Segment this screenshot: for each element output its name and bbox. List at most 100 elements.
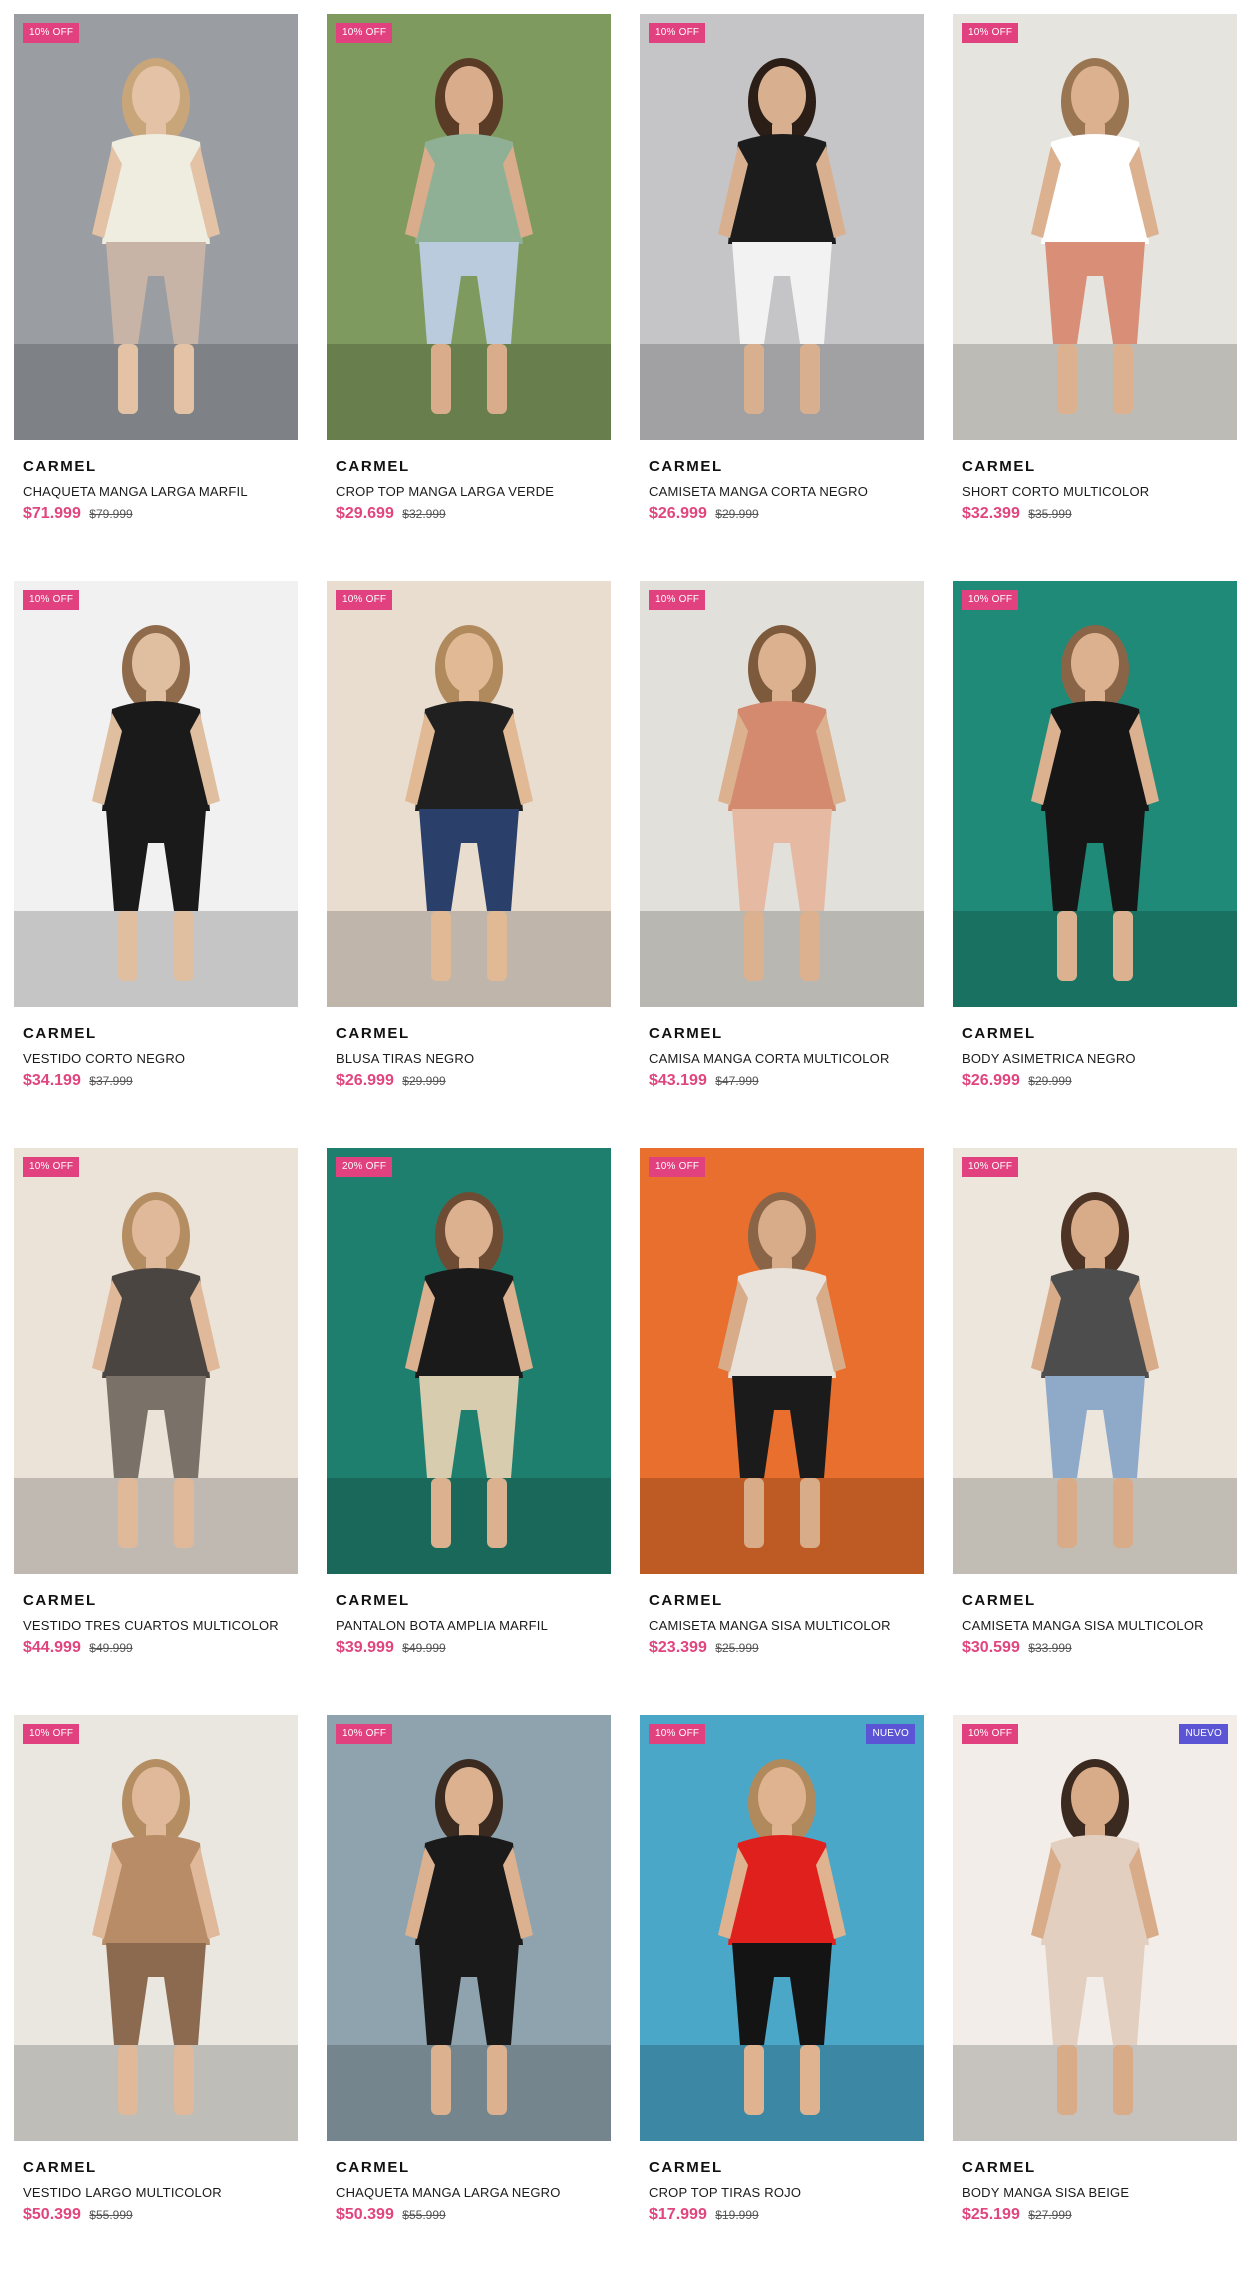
product-prices: $39.999 $49.999 xyxy=(336,1639,602,1659)
product-name[interactable]: VESTIDO TRES CUARTOS MULTICOLOR xyxy=(23,1618,289,1634)
product-image[interactable]: 10% OFF xyxy=(953,14,1237,440)
product-brand: CARMEL xyxy=(962,2159,1036,2176)
sale-price: $50.399 xyxy=(336,2206,394,2223)
sale-price: $26.999 xyxy=(336,1072,394,1089)
product-brand: CARMEL xyxy=(23,1592,97,1609)
original-price: $55.999 xyxy=(89,2208,133,2222)
product-prices: $44.999 $49.999 xyxy=(23,1639,289,1659)
product-name[interactable]: CAMISETA MANGA SISA MULTICOLOR xyxy=(649,1618,915,1634)
product-prices: $34.199 $37.999 xyxy=(23,1072,289,1092)
product-image[interactable]: 10% OFF xyxy=(14,14,298,440)
product-info: CARMEL CROP TOP TIRAS ROJO $17.999 $19.9… xyxy=(640,2159,924,2226)
product-name[interactable]: CHAQUETA MANGA LARGA MARFIL xyxy=(23,484,289,500)
product-image[interactable]: 10% OFF xyxy=(953,1148,1237,1574)
product-photo xyxy=(953,581,1237,1007)
product-image[interactable]: 10% OFF xyxy=(327,14,611,440)
product-brand: CARMEL xyxy=(23,2159,97,2176)
product-card[interactable]: 10% OFF CARMEL VESTIDO TRES CUARTOS MULT… xyxy=(14,1148,298,1715)
product-name[interactable]: CHAQUETA MANGA LARGA NEGRO xyxy=(336,2185,602,2201)
product-image[interactable]: 10% OFF xyxy=(14,581,298,1007)
discount-badge: 10% OFF xyxy=(23,23,80,43)
original-price: $49.999 xyxy=(89,1641,133,1655)
product-card[interactable]: 10% OFF NUEVO CARMEL BODY MANGA SISA BEI… xyxy=(953,1715,1237,2282)
original-price: $79.999 xyxy=(89,507,133,521)
sale-price: $17.999 xyxy=(649,2206,707,2223)
discount-badge: 10% OFF xyxy=(962,590,1019,610)
product-prices: $29.699 $32.999 xyxy=(336,505,602,525)
discount-badge: 10% OFF xyxy=(649,1724,706,1744)
product-card[interactable]: 10% OFF CARMEL CAMISETA MANGA CORTA NEGR… xyxy=(640,14,924,581)
product-name[interactable]: BODY MANGA SISA BEIGE xyxy=(962,2185,1228,2201)
product-card[interactable]: 10% OFF CARMEL CROP TOP MANGA LARGA VERD… xyxy=(327,14,611,581)
original-price: $49.999 xyxy=(402,1641,446,1655)
product-card[interactable]: 10% OFF CARMEL CAMISA MANGA CORTA MULTIC… xyxy=(640,581,924,1148)
product-image[interactable]: 10% OFF xyxy=(640,581,924,1007)
product-brand: CARMEL xyxy=(336,1592,410,1609)
product-card[interactable]: 10% OFF CARMEL SHORT CORTO MULTICOLOR $3… xyxy=(953,14,1237,581)
product-card[interactable]: 10% OFF CARMEL CHAQUETA MANGA LARGA NEGR… xyxy=(327,1715,611,2282)
product-name[interactable]: VESTIDO LARGO MULTICOLOR xyxy=(23,2185,289,2201)
product-brand: CARMEL xyxy=(962,1025,1036,1042)
product-photo xyxy=(327,581,611,1007)
sale-price: $71.999 xyxy=(23,505,81,522)
product-name[interactable]: BODY ASIMETRICA NEGRO xyxy=(962,1051,1228,1067)
product-image[interactable]: 10% OFF xyxy=(14,1715,298,2141)
product-image[interactable]: 10% OFF xyxy=(327,581,611,1007)
product-info: CARMEL VESTIDO LARGO MULTICOLOR $50.399 … xyxy=(14,2159,298,2226)
product-image[interactable]: 10% OFF xyxy=(640,1148,924,1574)
discount-badge: 10% OFF xyxy=(649,1157,706,1177)
product-brand: CARMEL xyxy=(649,2159,723,2176)
product-brand: CARMEL xyxy=(23,1025,97,1042)
product-info: CARMEL CHAQUETA MANGA LARGA NEGRO $50.39… xyxy=(327,2159,611,2226)
product-photo xyxy=(953,1715,1237,2141)
new-badge: NUEVO xyxy=(1179,1724,1228,1744)
product-image[interactable]: 10% OFF xyxy=(640,14,924,440)
product-prices: $26.999 $29.999 xyxy=(336,1072,602,1092)
product-brand: CARMEL xyxy=(336,2159,410,2176)
original-price: $19.999 xyxy=(715,2208,759,2222)
product-name[interactable]: CAMISETA MANGA SISA MULTICOLOR xyxy=(962,1618,1228,1634)
product-photo xyxy=(327,1148,611,1574)
product-image[interactable]: 10% OFF xyxy=(14,1148,298,1574)
product-image[interactable]: 10% OFF NUEVO xyxy=(640,1715,924,2141)
product-brand: CARMEL xyxy=(336,458,410,475)
product-card[interactable]: 10% OFF CARMEL BODY ASIMETRICA NEGRO $26… xyxy=(953,581,1237,1148)
product-name[interactable]: PANTALON BOTA AMPLIA MARFIL xyxy=(336,1618,602,1634)
product-name[interactable]: CAMISA MANGA CORTA MULTICOLOR xyxy=(649,1051,915,1067)
product-card[interactable]: 10% OFF CARMEL CHAQUETA MANGA LARGA MARF… xyxy=(14,14,298,581)
discount-badge: 10% OFF xyxy=(23,590,80,610)
discount-badge: 10% OFF xyxy=(336,23,393,43)
sale-price: $29.699 xyxy=(336,505,394,522)
product-photo xyxy=(14,581,298,1007)
product-name[interactable]: SHORT CORTO MULTICOLOR xyxy=(962,484,1228,500)
product-card[interactable]: 10% OFF CARMEL BLUSA TIRAS NEGRO $26.999… xyxy=(327,581,611,1148)
sale-price: $44.999 xyxy=(23,1639,81,1656)
product-image[interactable]: 10% OFF xyxy=(327,1715,611,2141)
product-card[interactable]: 10% OFF CARMEL VESTIDO CORTO NEGRO $34.1… xyxy=(14,581,298,1148)
discount-badge: 10% OFF xyxy=(23,1157,80,1177)
product-name[interactable]: CROP TOP TIRAS ROJO xyxy=(649,2185,915,2201)
product-card[interactable]: 10% OFF CARMEL VESTIDO LARGO MULTICOLOR … xyxy=(14,1715,298,2282)
product-card[interactable]: 10% OFF CARMEL CAMISETA MANGA SISA MULTI… xyxy=(640,1148,924,1715)
product-photo xyxy=(640,14,924,440)
product-image[interactable]: 10% OFF NUEVO xyxy=(953,1715,1237,2141)
original-price: $29.999 xyxy=(715,507,759,521)
original-price: $29.999 xyxy=(1028,1074,1072,1088)
sale-price: $26.999 xyxy=(649,505,707,522)
product-grid: 10% OFF CARMEL CHAQUETA MANGA LARGA MARF… xyxy=(0,0,1250,2270)
product-card[interactable]: 20% OFF CARMEL PANTALON BOTA AMPLIA MARF… xyxy=(327,1148,611,1715)
product-prices: $17.999 $19.999 xyxy=(649,2206,915,2226)
product-name[interactable]: BLUSA TIRAS NEGRO xyxy=(336,1051,602,1067)
product-card[interactable]: 10% OFF CARMEL CAMISETA MANGA SISA MULTI… xyxy=(953,1148,1237,1715)
sale-price: $25.199 xyxy=(962,2206,1020,2223)
discount-badge: 10% OFF xyxy=(336,590,393,610)
product-name[interactable]: CAMISETA MANGA CORTA NEGRO xyxy=(649,484,915,500)
product-photo xyxy=(640,1148,924,1574)
product-name[interactable]: CROP TOP MANGA LARGA VERDE xyxy=(336,484,602,500)
product-image[interactable]: 10% OFF xyxy=(953,581,1237,1007)
product-photo xyxy=(640,1715,924,2141)
discount-badge: 10% OFF xyxy=(23,1724,80,1744)
product-card[interactable]: 10% OFF NUEVO CARMEL CROP TOP TIRAS ROJO… xyxy=(640,1715,924,2282)
product-name[interactable]: VESTIDO CORTO NEGRO xyxy=(23,1051,289,1067)
product-image[interactable]: 20% OFF xyxy=(327,1148,611,1574)
